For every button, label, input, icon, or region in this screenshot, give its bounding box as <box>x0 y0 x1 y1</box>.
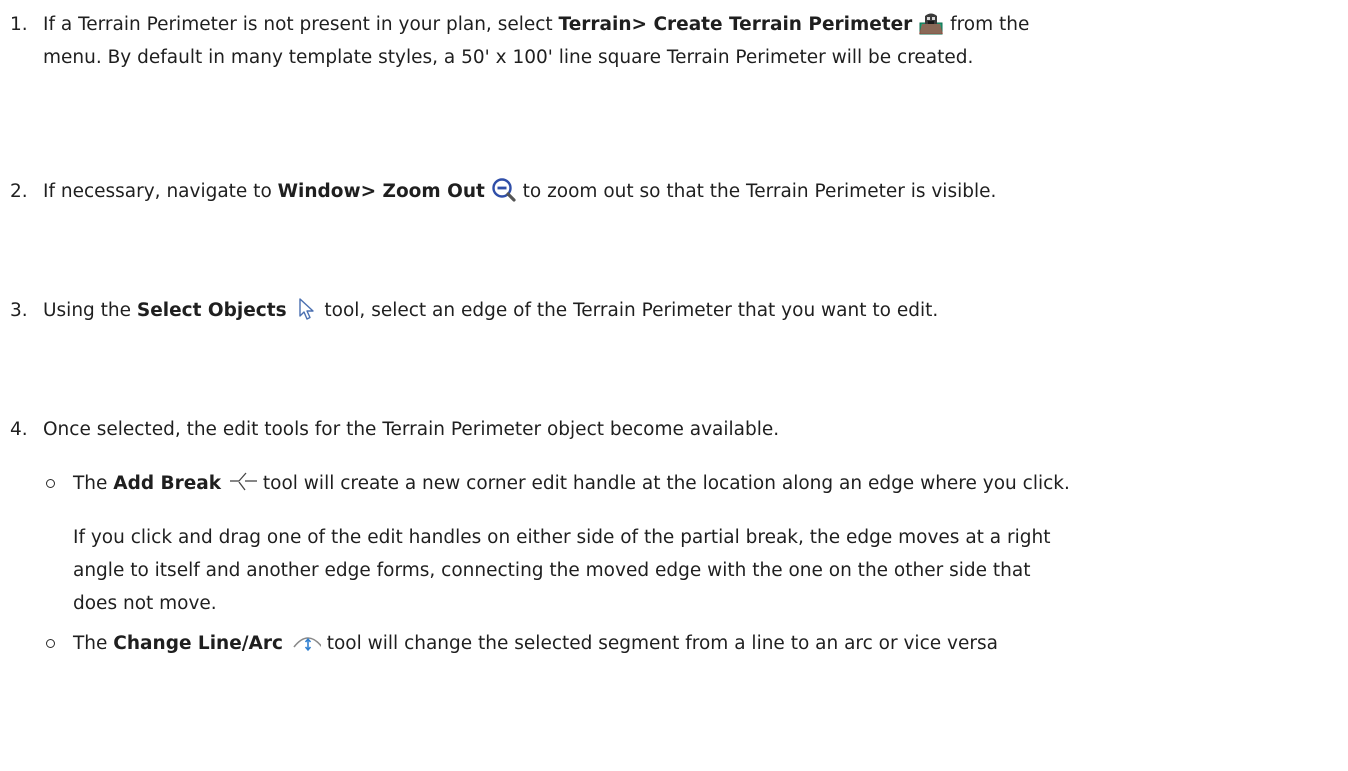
step-number: 2. <box>10 181 28 202</box>
menu-path: Window> Zoom Out <box>277 181 485 202</box>
step-text: Once selected, the edit tools for the Te… <box>43 419 780 440</box>
paragraph-line: angle to itself and another edge forms, … <box>73 560 1031 581</box>
step-text-post: to zoom out so that the Terrain Perimete… <box>522 181 997 202</box>
step-number: 3. <box>10 300 28 321</box>
paragraph-line: If you click and drag one of the edit ha… <box>73 527 1051 548</box>
tool-name: Change Line/Arc <box>113 633 283 654</box>
substep-text-pre: The <box>73 473 114 494</box>
substep-add-break: The Add Break tool will create a new cor… <box>73 467 1343 500</box>
step-text-post: tool, select an edge of the Terrain Peri… <box>324 300 939 321</box>
zoom-out-icon <box>492 178 516 202</box>
step-number: 4. <box>10 419 28 440</box>
substep-change-line-arc: The Change Line/Arc tool will change the… <box>73 627 1343 660</box>
substep-text-pre: The <box>73 633 114 654</box>
tool-name: Add Break <box>113 473 222 494</box>
step-number: 1. <box>10 14 28 35</box>
bullet <box>46 639 55 648</box>
step-text-line2: menu. By default in many template styles… <box>43 47 974 68</box>
step-text: Using the Select Objects tool, select an… <box>43 294 1338 327</box>
change-line-arc-icon <box>293 637 321 652</box>
add-break-icon <box>230 472 257 491</box>
step-text: If necessary, navigate to Window> Zoom O… <box>43 175 1338 208</box>
tool-name: Select Objects <box>136 300 287 321</box>
menu-path: Terrain> Create Terrain Perimeter <box>558 14 913 35</box>
bullet <box>46 479 55 488</box>
step-text: If a Terrain Perimeter is not present in… <box>43 8 1338 74</box>
paragraph-line: does not move. <box>73 593 217 614</box>
step-text-post: from the <box>944 14 1030 35</box>
select-objects-icon <box>298 298 314 320</box>
substep-text-post: tool will change the selected segment fr… <box>326 633 998 654</box>
step-text-pre: If necessary, navigate to <box>43 181 278 202</box>
break-paragraph: If you click and drag one of the edit ha… <box>73 521 1313 620</box>
terrain-perimeter-icon <box>919 13 944 35</box>
step-text-pre: Using the <box>43 300 137 321</box>
step-text-pre: If a Terrain Perimeter is not present in… <box>43 14 559 35</box>
substep-text-post: tool will create a new corner edit handl… <box>257 473 1070 494</box>
